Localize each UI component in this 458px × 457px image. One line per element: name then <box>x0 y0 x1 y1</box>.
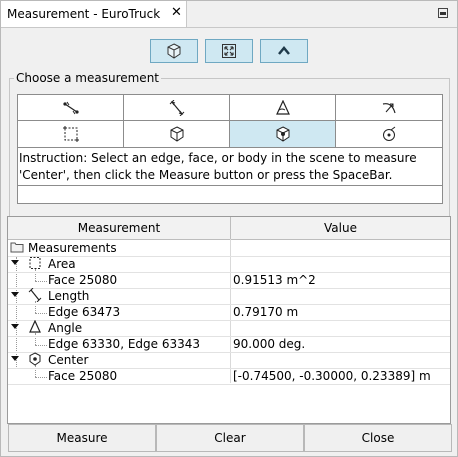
row-item: Face 25080 <box>48 369 118 383</box>
clear-button[interactable]: Clear <box>156 424 304 452</box>
row-value: 0.79170 m <box>233 305 299 319</box>
volume-icon <box>170 126 183 142</box>
instruction-text: Instruction: Select an edge, face, or bo… <box>17 148 443 186</box>
tool-area[interactable] <box>18 121 124 147</box>
group-label: Length <box>48 289 90 303</box>
tool-edge-length[interactable] <box>124 95 230 121</box>
area-icon <box>29 257 41 269</box>
choose-measurement-legend: Choose a measurement <box>16 71 160 85</box>
tool-center[interactable] <box>230 121 336 147</box>
tree-root-measurements[interactable]: Measurements <box>8 240 450 257</box>
table-row[interactable]: Edge 63473 0.79170 m <box>8 304 450 321</box>
center-icon <box>276 126 289 142</box>
tree-group-length[interactable]: Length <box>8 288 450 305</box>
point-to-point-icon <box>62 101 79 114</box>
row-item: Edge 63330, Edge 63343 <box>48 337 201 351</box>
expand-arrow-icon[interactable] <box>11 324 19 329</box>
row-value: 0.91513 m^2 <box>233 273 316 287</box>
edge-length-icon <box>169 99 184 116</box>
expand-arrow-icon[interactable] <box>11 292 19 297</box>
tool-angle[interactable] <box>230 95 336 121</box>
measurement-tool-grid <box>17 94 443 148</box>
close-button[interactable]: Close <box>304 424 452 452</box>
radius-icon <box>382 102 396 113</box>
group-label: Area <box>48 257 76 271</box>
collapse-button[interactable] <box>260 39 308 63</box>
row-value: [-0.74500, -0.30000, 0.23389] m <box>233 369 431 383</box>
angle-icon <box>275 99 290 115</box>
table-row[interactable]: Face 25080 0.91513 m^2 <box>8 272 450 289</box>
tab-title: Measurement - EuroTruck <box>7 7 161 21</box>
edge-length-icon <box>28 288 42 302</box>
tree-group-area[interactable]: Area <box>8 256 450 273</box>
tab-measurement[interactable]: Measurement - EuroTruck ✕ <box>1 1 187 27</box>
angle-icon <box>29 320 41 333</box>
close-tab-icon[interactable]: ✕ <box>171 5 182 20</box>
measurement-panel: Measurement - EuroTruck ✕ Choose a measu… <box>0 0 458 457</box>
center-icon <box>29 352 41 366</box>
group-label: Angle <box>48 321 83 335</box>
column-header-value[interactable]: Value <box>231 217 450 239</box>
column-header-measurement[interactable]: Measurement <box>8 217 231 239</box>
circle-center-icon <box>383 126 396 141</box>
expand-arrow-icon[interactable] <box>11 356 19 361</box>
tool-volume[interactable] <box>124 121 230 147</box>
tree-root-label: Measurements <box>28 241 117 255</box>
tool-circle-center[interactable] <box>336 121 442 147</box>
tool-point-to-point[interactable] <box>18 95 124 121</box>
fit-view-icon <box>222 44 236 58</box>
minimize-icon[interactable] <box>438 8 448 18</box>
table-row[interactable]: Face 25080 [-0.74500, -0.30000, 0.23389]… <box>8 368 450 385</box>
measure-button[interactable]: Measure <box>8 424 156 452</box>
table-row[interactable]: Edge 63330, Edge 63343 90.000 deg. <box>8 336 450 353</box>
row-item: Face 25080 <box>48 273 118 287</box>
collapse-up-icon <box>278 46 290 55</box>
tree-group-center[interactable]: Center <box>8 352 450 369</box>
expand-arrow-icon[interactable] <box>11 260 19 265</box>
area-icon <box>62 126 79 142</box>
folder-icon <box>10 242 24 253</box>
tree-group-angle[interactable]: Angle <box>8 320 450 337</box>
box-icon <box>167 43 181 59</box>
table-header: Measurement Value <box>8 217 450 240</box>
measurement-results-table: Measurement Value Measurements Area Face… <box>7 216 451 424</box>
row-item: Edge 63473 <box>48 305 121 319</box>
title-bar: Measurement - EuroTruck ✕ <box>1 1 457 28</box>
fit-view-button[interactable] <box>205 39 253 63</box>
group-label: Center <box>48 353 89 367</box>
row-value: 90.000 deg. <box>233 337 306 351</box>
tool-radius[interactable] <box>336 95 442 121</box>
selection-field[interactable] <box>17 186 443 204</box>
box-view-button[interactable] <box>150 39 198 63</box>
